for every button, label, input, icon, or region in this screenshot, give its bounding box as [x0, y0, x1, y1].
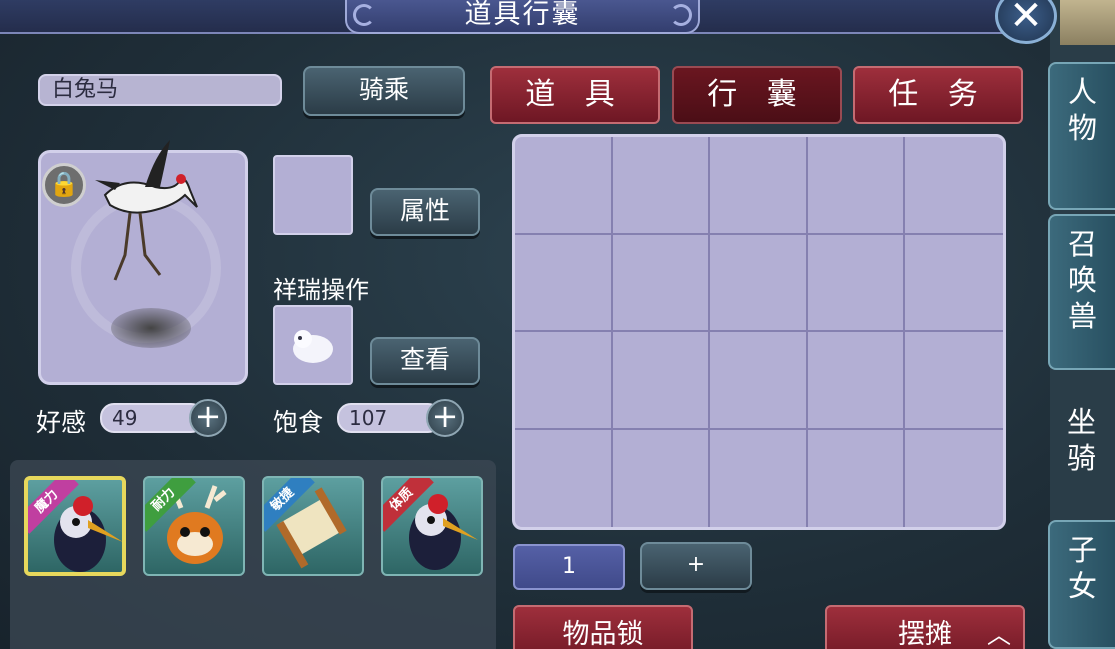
inventory-slot[interactable]: [808, 429, 906, 527]
inventory-slot[interactable]: [905, 332, 1003, 430]
chevron-up-icon[interactable]: ︿: [987, 607, 1011, 649]
title-plate: 道具行囊: [345, 0, 700, 34]
inventory-slot[interactable]: [612, 332, 711, 430]
scene-corner: [1060, 0, 1115, 45]
mount-card[interactable]: 魔力: [24, 476, 126, 576]
ornament-icon: [353, 4, 375, 26]
mount-card[interactable]: 体质: [381, 476, 483, 576]
inventory-slot[interactable]: [807, 234, 906, 332]
crane-mount-icon: [95, 140, 198, 281]
ride-button[interactable]: 骑乘: [303, 66, 465, 116]
inventory-slot[interactable]: [612, 137, 711, 235]
side-tab-label: 坐骑: [1066, 405, 1096, 475]
inventory-slot[interactable]: [613, 429, 711, 527]
auspicious-slot[interactable]: [273, 305, 353, 385]
item-lock-button[interactable]: 物品锁: [513, 605, 693, 649]
quantity-field[interactable]: 1: [513, 544, 625, 590]
mount-card[interactable]: 耐力: [143, 476, 245, 576]
favor-plus-button[interactable]: +: [189, 399, 227, 437]
side-tab-label: 子女: [1067, 533, 1097, 603]
side-tab-character[interactable]: 人物: [1048, 62, 1115, 210]
mount-card[interactable]: 敏捷: [262, 476, 364, 576]
auspicious-title: 祥瑞操作: [273, 276, 369, 304]
inventory-slot[interactable]: [710, 234, 808, 332]
side-tab-label: 人物: [1067, 75, 1097, 145]
favor-label: 好感: [36, 408, 87, 437]
inventory-slot[interactable]: [612, 234, 711, 332]
inventory-slot[interactable]: [807, 332, 906, 430]
side-tab-summon[interactable]: 召唤兽: [1048, 214, 1115, 370]
inventory-panel: 道具行囊 白兔马 骑乘 道 具 行 囊 任 务 🔒 属性 祥瑞操作 查看 好感 …: [0, 0, 1050, 649]
inventory-slot[interactable]: [905, 430, 1003, 528]
food-label: 饱食: [273, 408, 324, 437]
inventory-slot[interactable]: [515, 137, 613, 235]
mount-name-field: 白兔马: [38, 74, 282, 106]
inventory-slot[interactable]: [515, 332, 613, 430]
food-plus-button[interactable]: +: [426, 399, 464, 437]
stall-label: 摆摊: [898, 619, 952, 649]
ornament-icon: [670, 4, 692, 26]
inventory-slot[interactable]: [515, 234, 613, 332]
side-tab-mount[interactable]: 坐骑: [1048, 394, 1115, 504]
inventory-slot[interactable]: [515, 429, 613, 527]
side-tab-children[interactable]: 子女: [1048, 520, 1115, 649]
view-button[interactable]: 查看: [370, 337, 480, 385]
lock-icon[interactable]: 🔒: [42, 163, 86, 207]
inventory-slot[interactable]: [710, 137, 808, 235]
tab-quests[interactable]: 任 务: [853, 66, 1023, 124]
window-title: 道具行囊: [464, 0, 581, 30]
tab-bag[interactable]: 行 囊: [672, 66, 842, 124]
inventory-slot[interactable]: [710, 332, 808, 430]
inventory-grid: [512, 134, 1006, 530]
inventory-slot[interactable]: [905, 137, 1003, 235]
inventory-slot[interactable]: [905, 235, 1003, 332]
side-tab-label: 召唤兽: [1067, 227, 1097, 333]
tab-items[interactable]: 道 具: [490, 66, 660, 124]
portrait-shadow: [111, 308, 191, 348]
inventory-slot[interactable]: [807, 137, 906, 235]
spirit-pet-icon: [293, 330, 333, 363]
quantity-plus-button[interactable]: +: [640, 542, 752, 590]
stall-button[interactable]: 摆摊 ︿: [825, 605, 1025, 649]
equipment-slot[interactable]: [273, 155, 353, 235]
attributes-button[interactable]: 属性: [370, 188, 480, 236]
inventory-slot[interactable]: [710, 429, 808, 527]
